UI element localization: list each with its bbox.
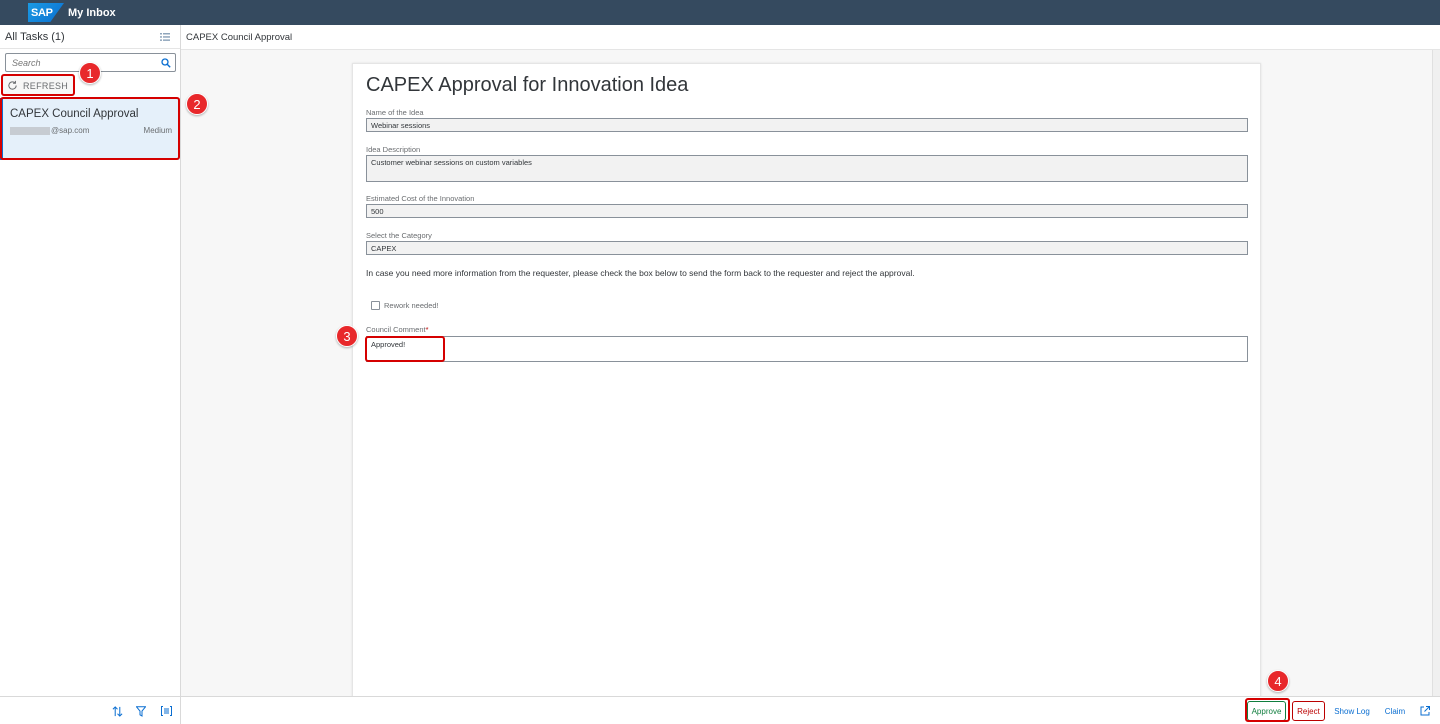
callout-badge-1: 1 <box>79 62 101 84</box>
idea-name-label: Name of the Idea <box>366 108 424 117</box>
redacted-block <box>10 126 50 135</box>
detail-footer-toolbar: Approve Reject Show Log Claim <box>181 696 1440 724</box>
reject-button[interactable]: Reject <box>1292 701 1325 721</box>
task-form: CAPEX Approval for Innovation Idea Name … <box>352 63 1261 703</box>
council-comment-label: Council Comment* <box>366 325 429 334</box>
callout-badge-4: 4 <box>1267 670 1289 692</box>
claim-button[interactable]: Claim <box>1379 701 1411 721</box>
idea-description-label: Idea Description <box>366 145 421 154</box>
master-footer <box>0 696 181 724</box>
category-field: CAPEX <box>366 241 1248 255</box>
task-title: CAPEX Council Approval <box>10 108 139 120</box>
idea-name-field: Webinar sessions <box>366 118 1248 132</box>
group-icon[interactable] <box>160 705 172 717</box>
sort-icon[interactable] <box>111 705 123 717</box>
refresh-icon <box>8 80 17 90</box>
callout-badge-3: 3 <box>336 325 358 347</box>
sap-logo[interactable]: SAP <box>28 3 64 22</box>
scrollbar[interactable] <box>1432 50 1440 696</box>
search-icon[interactable] <box>157 54 175 71</box>
rework-checkbox[interactable] <box>371 301 380 310</box>
detail-title: CAPEX Council Approval <box>186 31 293 43</box>
detail-header: CAPEX Council Approval <box>181 25 1440 50</box>
shell-bar: SAP My Inbox <box>0 0 1440 25</box>
idea-description-field: Customer webinar sessions on custom vari… <box>366 155 1248 182</box>
callout-badge-2: 2 <box>186 93 208 115</box>
multi-select-icon[interactable] <box>160 32 170 42</box>
estimated-cost-label: Estimated Cost of the Innovation <box>366 194 475 203</box>
task-created-by: @sap.com <box>10 126 89 135</box>
master-header: All Tasks (1) <box>0 25 180 49</box>
rework-instruction-text: In case you need more information from t… <box>366 268 915 278</box>
form-title: CAPEX Approval for Innovation Idea <box>366 74 689 96</box>
rework-checkbox-label[interactable]: Rework needed! <box>384 301 439 310</box>
refresh-button[interactable]: REFRESH <box>2 75 74 96</box>
master-pane: All Tasks (1) REFRESH CAPEX Council Appr… <box>0 25 181 724</box>
council-comment-textarea[interactable]: Approved! <box>366 336 1248 362</box>
category-label: Select the Category <box>366 231 432 240</box>
filter-icon[interactable] <box>135 705 147 717</box>
approve-button[interactable]: Approve <box>1247 701 1286 721</box>
task-priority: Medium <box>143 126 172 135</box>
task-list-item[interactable]: CAPEX Council Approval @sap.com Medium <box>0 98 180 160</box>
council-comment-label-text: Council Comment <box>366 325 426 334</box>
logo-text: SAP <box>31 6 53 19</box>
required-asterisk: * <box>425 325 429 334</box>
task-count-title: All Tasks (1) <box>5 30 65 43</box>
external-link-icon <box>1420 706 1430 716</box>
open-in-new-window-button[interactable] <box>1417 701 1433 721</box>
show-log-button[interactable]: Show Log <box>1331 701 1373 721</box>
task-meta: @sap.com Medium <box>10 126 172 135</box>
refresh-label: REFRESH <box>23 80 69 91</box>
estimated-cost-field: 500 <box>366 204 1248 218</box>
app-title: My Inbox <box>68 6 116 19</box>
task-email: @sap.com <box>51 126 90 135</box>
